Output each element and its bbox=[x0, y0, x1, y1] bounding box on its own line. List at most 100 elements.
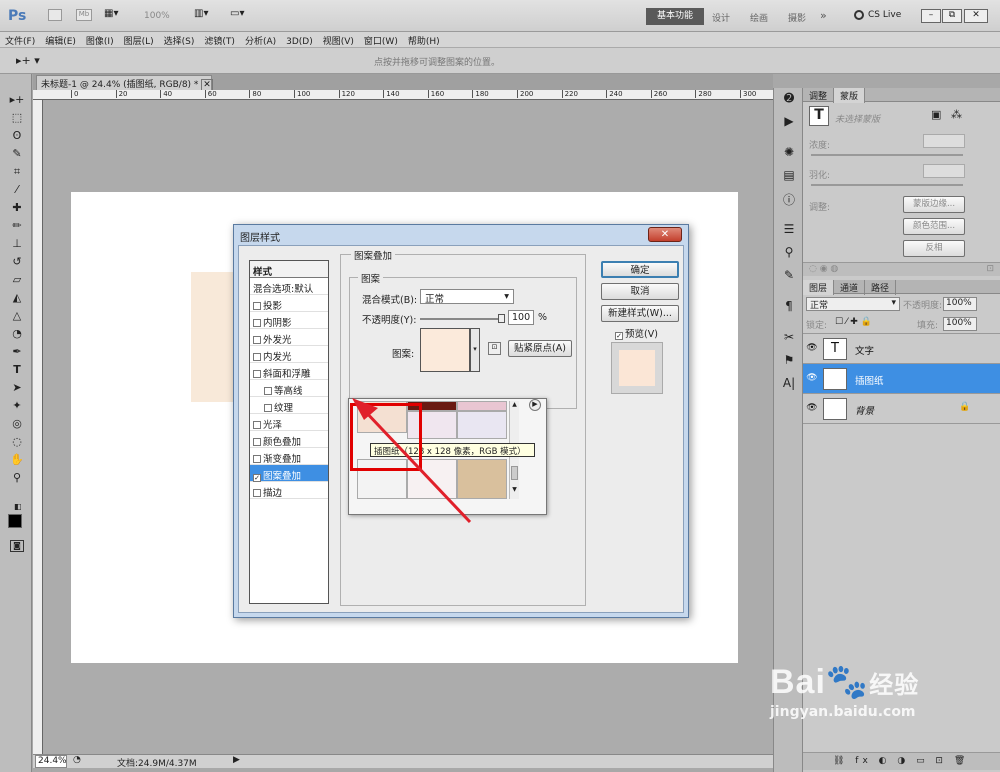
status-menu-arrow-icon[interactable]: ▶ bbox=[233, 755, 240, 765]
style-checkbox[interactable] bbox=[253, 336, 261, 344]
styles-header[interactable]: 样式 bbox=[250, 261, 328, 278]
opacity-slider[interactable] bbox=[420, 318, 502, 320]
color-range-button[interactable]: 颜色范围... bbox=[903, 218, 965, 235]
menu-select[interactable]: 选择(S) bbox=[159, 32, 200, 47]
document-tab[interactable]: 未标题-1 @ 24.4% (插图纸, RGB/8) * ✕ bbox=[36, 75, 213, 91]
cancel-button[interactable]: 取消 bbox=[601, 283, 679, 300]
move-tool-preset-icon[interactable]: ▸+ ▾ bbox=[16, 54, 40, 67]
pattern-picker-swatch[interactable] bbox=[420, 328, 470, 372]
density-input[interactable] bbox=[923, 134, 965, 148]
view-extras-icon[interactable]: ▦▾ bbox=[104, 8, 126, 22]
menu-image[interactable]: 图像(I) bbox=[81, 32, 119, 47]
opacity-slider-thumb[interactable] bbox=[498, 314, 505, 323]
status-icon[interactable]: ◔ bbox=[73, 755, 81, 765]
quick-mask-icon[interactable]: ◙ bbox=[10, 540, 24, 552]
layers-footer-icons[interactable]: ⛓ fx ◐ ◑ ▭ ⊡ 🗑 bbox=[803, 752, 1000, 770]
preview-checkbox[interactable]: ✓ 预览(V) bbox=[615, 326, 658, 340]
arrange-documents-icon[interactable]: ▥▾ bbox=[194, 8, 208, 19]
pen-tool-icon[interactable]: ✒ bbox=[6, 345, 28, 362]
foreground-color-swatch[interactable] bbox=[8, 514, 22, 528]
mask-edge-button[interactable]: 蒙版边缘... bbox=[903, 196, 965, 213]
paragraph-panel-icon[interactable]: ¶ bbox=[778, 299, 800, 319]
style-checkbox[interactable] bbox=[253, 489, 261, 497]
visibility-eye-icon[interactable]: 👁 bbox=[806, 373, 818, 385]
style-item[interactable]: 等高线 bbox=[250, 380, 328, 397]
quick-selection-tool-icon[interactable]: ✎ bbox=[6, 147, 28, 164]
zoom-level[interactable]: 100% bbox=[144, 11, 170, 21]
layer-row[interactable]: 👁 T 文字 bbox=[803, 334, 1000, 364]
snap-to-origin-button[interactable]: 贴紧原点(A) bbox=[508, 340, 572, 357]
screen-mode-icon[interactable]: ▭▾ bbox=[230, 8, 244, 19]
visibility-eye-icon[interactable]: 👁 bbox=[806, 403, 818, 415]
style-checkbox[interactable] bbox=[264, 404, 272, 412]
style-checkbox[interactable] bbox=[253, 319, 261, 327]
menu-file[interactable]: 文件(F) bbox=[0, 32, 40, 47]
new-preset-icon[interactable]: ⊡ bbox=[488, 342, 501, 355]
visibility-eye-icon[interactable]: 👁 bbox=[806, 343, 818, 355]
3d-panel-icon[interactable]: ✂ bbox=[778, 330, 800, 350]
style-item[interactable]: 颜色叠加 bbox=[250, 431, 328, 448]
layer-blend-mode-select[interactable]: 正常 ▾ bbox=[806, 297, 900, 311]
pattern-menu-icon[interactable]: ▶ bbox=[529, 399, 541, 411]
fill-input[interactable]: 100% bbox=[943, 317, 977, 331]
move-tool-icon[interactable]: ▸+ bbox=[6, 93, 28, 110]
marquee-tool-icon[interactable]: ⬚ bbox=[6, 111, 28, 128]
layer-name[interactable]: 文字 bbox=[855, 343, 874, 357]
lock-icons[interactable]: ☐ ⁄ ✚ 🔒 bbox=[835, 317, 872, 327]
style-item[interactable]: 外发光 bbox=[250, 329, 328, 346]
invert-button[interactable]: 反相 bbox=[903, 240, 965, 257]
workspace-photography[interactable]: 摄影 bbox=[788, 11, 806, 24]
clone-source-panel-icon[interactable]: ⚲ bbox=[778, 245, 800, 265]
restore-icon[interactable]: ⧉ bbox=[942, 9, 962, 23]
info-panel-icon[interactable]: ⓘ bbox=[778, 191, 800, 211]
eraser-tool-icon[interactable]: ▱ bbox=[6, 273, 28, 290]
pattern-picker-arrow-icon[interactable]: ▾ bbox=[470, 328, 480, 372]
navigator-panel-icon[interactable]: ✺ bbox=[778, 145, 800, 165]
menu-window[interactable]: 窗口(W) bbox=[359, 32, 403, 47]
style-item[interactable]: 斜面和浮雕 bbox=[250, 363, 328, 380]
style-item[interactable]: 内阴影 bbox=[250, 312, 328, 329]
close-app-icon[interactable]: ✕ bbox=[964, 9, 988, 23]
tab-layers[interactable]: 图层 bbox=[803, 280, 835, 295]
feather-input[interactable] bbox=[923, 164, 965, 178]
density-slider[interactable] bbox=[811, 154, 963, 156]
opacity-input[interactable]: 100 bbox=[508, 310, 534, 325]
style-item[interactable]: 纹理 bbox=[250, 397, 328, 414]
actions-panel-icon[interactable]: ▶ bbox=[778, 114, 800, 134]
eyedropper-tool-icon[interactable]: ⁄ bbox=[6, 183, 28, 200]
style-item[interactable]: 内发光 bbox=[250, 346, 328, 363]
cs-live-icon[interactable] bbox=[854, 10, 864, 20]
cs-live-label[interactable]: CS Live bbox=[868, 10, 901, 20]
zoom-tool-icon[interactable]: ⚲ bbox=[6, 471, 28, 488]
menu-analysis[interactable]: 分析(A) bbox=[240, 32, 281, 47]
3d-rotate-tool-icon[interactable]: ◎ bbox=[6, 417, 28, 434]
style-checkbox[interactable] bbox=[253, 455, 261, 463]
ok-button[interactable]: 确定 bbox=[601, 261, 679, 278]
more-workspaces-icon[interactable]: » bbox=[820, 9, 827, 22]
hand-tool-icon[interactable]: ✋ bbox=[6, 453, 28, 470]
dialog-close-icon[interactable]: ✕ bbox=[648, 227, 682, 242]
tab-masks[interactable]: 蒙版 bbox=[834, 88, 866, 103]
path-selection-tool-icon[interactable]: ➤ bbox=[6, 381, 28, 398]
bridge-icon[interactable] bbox=[48, 9, 62, 21]
style-checkbox[interactable] bbox=[253, 353, 261, 361]
history-panel-icon[interactable]: ➋ bbox=[778, 91, 800, 111]
style-item[interactable]: 混合选项:默认 bbox=[250, 278, 328, 295]
styles-panel-icon[interactable]: ⚑ bbox=[778, 353, 800, 373]
layer-row[interactable]: 👁 T 插图纸 bbox=[803, 364, 1000, 394]
style-checkbox[interactable] bbox=[264, 387, 272, 395]
minimize-icon[interactable]: – bbox=[921, 9, 941, 23]
layer-row[interactable]: 👁 背景 🔒 bbox=[803, 394, 1000, 424]
style-item[interactable]: ✓ 图案叠加 bbox=[250, 465, 328, 482]
style-checkbox[interactable] bbox=[253, 421, 261, 429]
clone-stamp-tool-icon[interactable]: ⊥ bbox=[6, 237, 28, 254]
style-item[interactable]: 描边 bbox=[250, 482, 328, 499]
style-checkbox[interactable] bbox=[253, 302, 261, 310]
style-item[interactable]: 渐变叠加 bbox=[250, 448, 328, 465]
mini-bridge-icon[interactable]: Mb bbox=[76, 9, 92, 21]
menu-help[interactable]: 帮助(H) bbox=[403, 32, 445, 47]
style-checkbox[interactable]: ✓ bbox=[253, 474, 261, 482]
pixel-mask-icon[interactable]: ▣ bbox=[931, 108, 941, 121]
healing-brush-tool-icon[interactable]: ✚ bbox=[6, 201, 28, 218]
default-colors-icon[interactable]: ◧ bbox=[14, 502, 22, 511]
